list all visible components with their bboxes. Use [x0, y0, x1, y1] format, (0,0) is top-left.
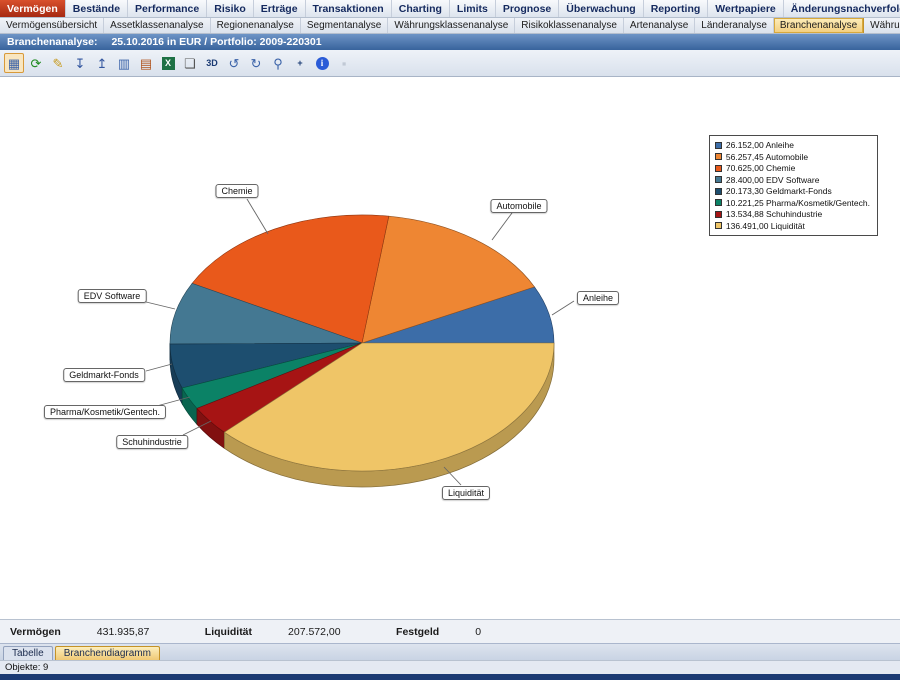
- chart-icon[interactable]: ▥: [114, 53, 134, 73]
- legend-item-automobile: 56.257,45 Automobile: [715, 152, 870, 162]
- menu-item-charting[interactable]: Charting: [392, 0, 450, 17]
- slice-label-chemie: Chemie: [215, 184, 258, 198]
- menu-item-berwachung[interactable]: Überwachung: [559, 0, 643, 17]
- legend-swatch: [715, 211, 722, 218]
- menu-item-ertr-ge[interactable]: Erträge: [254, 0, 306, 17]
- status-bar: Objekte: 9: [0, 660, 900, 674]
- object-count: Objekte: 9: [5, 662, 48, 673]
- slice-label-automobile: Automobile: [490, 199, 547, 213]
- legend-item-schuhindustrie: 13.534,88 Schuhindustrie: [715, 209, 870, 219]
- callout-line: [142, 301, 175, 309]
- subtab-verm-gens-bersicht[interactable]: Vermögensübersicht: [0, 18, 104, 33]
- refresh-icon[interactable]: ⟳: [26, 53, 46, 73]
- subtabs: VermögensübersichtAssetklassenanalyseReg…: [0, 18, 900, 34]
- table-grid-icon[interactable]: ▦: [4, 53, 24, 73]
- summary-label-liquiditaet: Liquidität: [205, 626, 252, 638]
- legend-swatch: [715, 165, 722, 172]
- more-icon: ▪: [334, 53, 354, 73]
- legend-swatch: [715, 222, 722, 229]
- chart-legend: 26.152,00 Anleihe 56.257,45 Automobile70.…: [709, 135, 878, 236]
- legend-label: 26.152,00 Anleihe: [726, 140, 794, 150]
- slice-label-liquidit-t: Liquidität: [442, 486, 490, 500]
- subtab-w-hrungsanalyse[interactable]: Währungsanalyse: [864, 18, 900, 33]
- subtab-regionenanalyse[interactable]: Regionenanalyse: [211, 18, 301, 33]
- legend-swatch: [715, 176, 722, 183]
- 3d-toggle-icon[interactable]: 3D: [202, 53, 222, 73]
- menu-item-risiko[interactable]: Risiko: [207, 0, 254, 17]
- summary-label-festgeld: Festgeld: [396, 626, 439, 638]
- move-up-icon[interactable]: ↥: [92, 53, 112, 73]
- legend-item-chemie: 70.625,00 Chemie: [715, 163, 870, 173]
- add-icon[interactable]: +: [290, 53, 310, 73]
- slice-label-geldmarkt-fonds: Geldmarkt-Fonds: [63, 368, 145, 382]
- slice-label-pharma-kosmetik-gentech: Pharma/Kosmetik/Gentech.: [44, 405, 166, 419]
- summary-bar: Vermögen 431.935,87 Liquidität 207.572,0…: [0, 619, 900, 643]
- summary-value-festgeld: 0: [475, 626, 537, 638]
- menu-item-prognose[interactable]: Prognose: [496, 0, 559, 17]
- summary-label-vermoegen: Vermögen: [10, 626, 61, 638]
- slice-label-anleihe: Anleihe: [577, 291, 619, 305]
- subtab-artenanalyse[interactable]: Artenanalyse: [624, 18, 695, 33]
- legend-swatch: [715, 153, 722, 160]
- slice-label-edv-software: EDV Software: [78, 289, 147, 303]
- rotate-right-icon[interactable]: ↻: [246, 53, 266, 73]
- legend-item-anleihe: 26.152,00 Anleihe: [715, 140, 870, 150]
- callout-line: [552, 301, 574, 315]
- legend-item-geldmarkt-fonds: 20.173,30 Geldmarkt-Fonds: [715, 186, 870, 196]
- title-context: 25.10.2016 in EUR / Portfolio: 2009-2203…: [111, 36, 321, 48]
- legend-label: 70.625,00 Chemie: [726, 163, 795, 173]
- legend-label: 13.534,88 Schuhindustrie: [726, 209, 822, 219]
- menu-item-verm-gen[interactable]: Vermögen: [0, 0, 66, 17]
- legend-item-pharma-kosmetik-gentech: 10.221,25 Pharma/Kosmetik/Gentech.: [715, 198, 870, 208]
- menu-item-transaktionen[interactable]: Transaktionen: [306, 0, 392, 17]
- subtab-assetklassenanalyse[interactable]: Assetklassenanalyse: [104, 18, 210, 33]
- menu-item-wertpapiere[interactable]: Wertpapiere: [708, 0, 784, 17]
- menubar: VermögenBeständePerformanceRisikoErträge…: [0, 0, 900, 18]
- legend-label: 20.173,30 Geldmarkt-Fonds: [726, 186, 832, 196]
- subtab-w-hrungsklassenanalyse[interactable]: Währungsklassenanalyse: [388, 18, 515, 33]
- menu-item-performance[interactable]: Performance: [128, 0, 207, 17]
- summary-value-vermoegen: 431.935,87: [97, 626, 159, 638]
- titlebar: Branchenanalyse: 25.10.2016 in EUR / Por…: [0, 34, 900, 50]
- chart-edit-icon[interactable]: ▤: [136, 53, 156, 73]
- info-icon[interactable]: i: [312, 53, 332, 73]
- menu-item-nderungsnachverfolgung[interactable]: Änderungsnachverfolgung: [784, 0, 900, 17]
- slice-label-schuhindustrie: Schuhindustrie: [116, 435, 188, 449]
- callout-line: [146, 364, 172, 371]
- chart-area: 26.152,00 Anleihe 56.257,45 Automobile70.…: [0, 77, 900, 619]
- legend-label: 28.400,00 EDV Software: [726, 175, 820, 185]
- toolbar: ▦⟳✎↧↥▥▤X❏3D↺↻⚲+i▪: [0, 50, 900, 77]
- callout-line: [247, 199, 268, 234]
- window-bottom-edge: [0, 674, 900, 680]
- callout-line: [492, 213, 512, 240]
- bottom-tab-branchendiagramm[interactable]: Branchendiagramm: [55, 646, 160, 660]
- legend-swatch: [715, 142, 722, 149]
- legend-label: 136.491,00 Liquidität: [726, 221, 805, 231]
- subtab-segmentanalyse[interactable]: Segmentanalyse: [301, 18, 389, 33]
- subtab-branchenanalyse[interactable]: Branchenanalyse: [774, 18, 864, 33]
- bottom-tabs: TabelleBranchendiagramm: [0, 643, 900, 660]
- move-down-icon[interactable]: ↧: [70, 53, 90, 73]
- legend-label: 10.221,25 Pharma/Kosmetik/Gentech.: [726, 198, 870, 208]
- zoom-icon[interactable]: ⚲: [268, 53, 288, 73]
- bottom-tab-tabelle[interactable]: Tabelle: [3, 646, 53, 660]
- legend-swatch: [715, 199, 722, 206]
- rotate-left-icon[interactable]: ↺: [224, 53, 244, 73]
- subtab-l-nderanalyse[interactable]: Länderanalyse: [695, 18, 774, 33]
- copy-icon[interactable]: ❏: [180, 53, 200, 73]
- legend-swatch: [715, 188, 722, 195]
- page-title: Branchenanalyse:: [7, 36, 97, 48]
- menu-item-best-nde[interactable]: Bestände: [66, 0, 128, 17]
- legend-item-liquidit-t: 136.491,00 Liquidität: [715, 221, 870, 231]
- filter-edit-icon[interactable]: ✎: [48, 53, 68, 73]
- excel-export-icon[interactable]: X: [158, 53, 178, 73]
- summary-value-liquiditaet: 207.572,00: [288, 626, 350, 638]
- legend-label: 56.257,45 Automobile: [726, 152, 808, 162]
- menu-item-reporting[interactable]: Reporting: [644, 0, 709, 17]
- legend-item-edv-software: 28.400,00 EDV Software: [715, 175, 870, 185]
- menu-item-limits[interactable]: Limits: [450, 0, 496, 17]
- subtab-risikoklassenanalyse[interactable]: Risikoklassenanalyse: [515, 18, 624, 33]
